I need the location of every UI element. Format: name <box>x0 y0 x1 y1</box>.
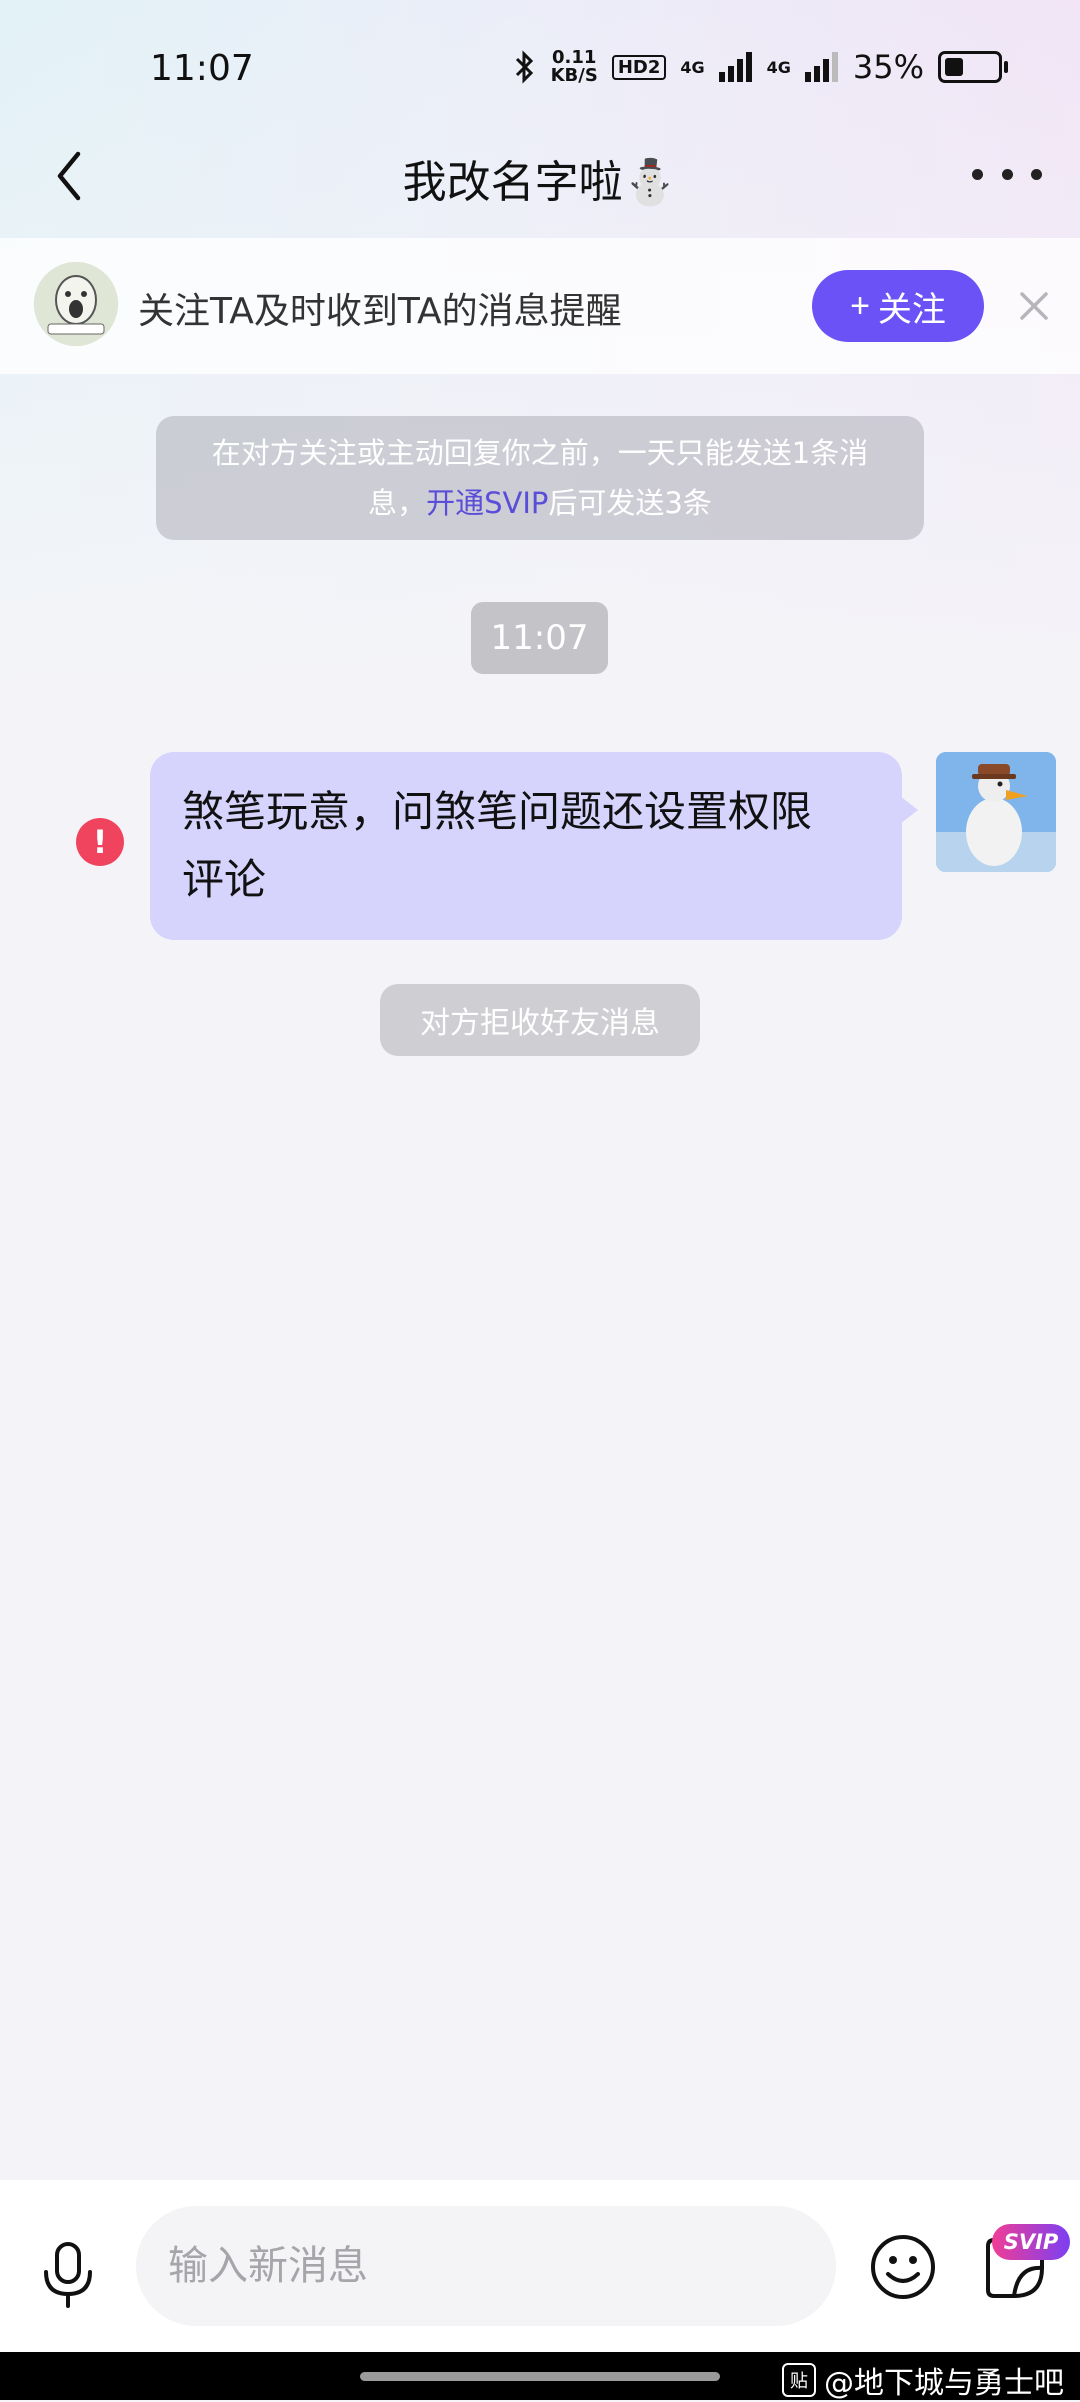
notice-line-2-suffix: 后可发送3条 <box>548 486 712 520</box>
notice-line-2: 息，开通SVIP后可发送3条 <box>156 478 924 528</box>
message-timestamp: 11:07 <box>471 602 608 674</box>
message-input[interactable] <box>136 2206 836 2326</box>
notice-line-1: 在对方关注或主动回复你之前，一天只能发送1条消 <box>211 436 869 470</box>
system-navigation-bar: 贴 @地下城与勇士吧 <box>0 2352 1080 2402</box>
signal-bars-icon-2 <box>804 52 838 82</box>
status-time: 11:07 <box>150 48 254 89</box>
chat-header: 我改名字啦⛄ <box>0 120 1080 230</box>
watermark: 贴 @地下城与勇士吧 <box>782 2358 1064 2402</box>
plus-icon: + <box>850 286 870 325</box>
signal-bars-icon <box>718 52 752 82</box>
microphone-icon[interactable] <box>38 2240 98 2310</box>
status-bar: 11:07 0.11 KB/S HD2 4G 4G 35% <box>0 0 1080 140</box>
follow-prompt-bar: 关注TA及时收到TA的消息提醒 + 关注 <box>0 238 1080 374</box>
open-svip-link[interactable]: 开通SVIP <box>426 486 548 520</box>
battery-fill <box>945 58 963 76</box>
tieba-logo-icon: 贴 <box>782 2363 816 2397</box>
emoji-icon[interactable] <box>868 2232 938 2302</box>
bluetooth-icon <box>515 50 533 84</box>
network-speed-unit: KB/S <box>550 65 598 86</box>
notice-line-2-prefix: 息， <box>368 486 427 520</box>
send-failed-icon[interactable]: ! <box>76 818 124 866</box>
message-limit-notice: 在对方关注或主动回复你之前，一天只能发送1条消 息，开通SVIP后可发送3条 <box>156 416 924 540</box>
battery-icon <box>938 51 1008 83</box>
home-gesture-handle[interactable] <box>360 2372 720 2381</box>
hd-voice-badge: HD2 <box>611 54 667 80</box>
rejected-notice: 对方拒收好友消息 <box>380 984 700 1056</box>
status-icons: 0.11 KB/S HD2 4G 4G 35% <box>511 48 1008 86</box>
message-line-1: 煞笔玩意，问煞笔问题还设置权限 <box>182 787 813 836</box>
chat-title: 我改名字啦⛄ <box>402 157 678 208</box>
follow-prompt-text: 关注TA及时收到TA的消息提醒 <box>138 291 622 332</box>
follow-button[interactable]: + 关注 <box>812 270 984 342</box>
input-bar <box>0 2180 1080 2352</box>
watermark-text: @地下城与勇士吧 <box>824 2366 1064 2401</box>
close-icon[interactable] <box>1014 286 1054 326</box>
sent-message-bubble[interactable]: 煞笔玩意，问煞笔问题还设置权限 评论 <box>150 752 918 940</box>
svip-badge: SVIP <box>992 2224 1070 2260</box>
contact-avatar[interactable] <box>34 262 118 346</box>
battery-percent: 35% <box>852 48 924 86</box>
message-line-2: 评论 <box>182 855 267 904</box>
signal-label-1: 4G <box>680 57 705 77</box>
my-avatar[interactable] <box>936 752 1056 872</box>
follow-button-label: 关注 <box>877 290 946 329</box>
network-speed: 0.11 KB/S <box>551 49 598 85</box>
more-options-icon[interactable] <box>972 164 1042 184</box>
signal-label-2: 4G <box>766 57 791 77</box>
